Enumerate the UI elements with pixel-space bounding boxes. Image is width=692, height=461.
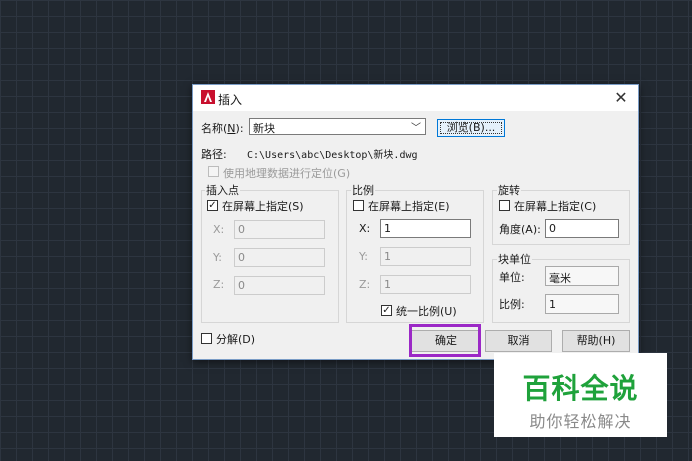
autocad-logo-icon (201, 90, 215, 104)
scale-x-field[interactable]: 1 (380, 219, 471, 238)
close-button[interactable]: ✕ (610, 88, 632, 108)
name-label-prefix: 名称( (201, 122, 228, 135)
insert-dialog: 插入 ✕ 名称(N): 新块 ﹀ 浏览(B)... 路径: C:\Users\a… (192, 84, 639, 360)
block-unit-title: 块单位 (497, 251, 532, 267)
angle-field[interactable]: 0 (545, 219, 619, 238)
uniform-scale-label: 统一比例(U) (396, 305, 457, 318)
unit-value: 毫米 (545, 266, 619, 286)
insert-z-label: Z: (213, 278, 225, 291)
unit-label: 单位: (499, 271, 525, 284)
ok-button-highlight (409, 324, 481, 357)
name-label-hotkey: N (227, 122, 236, 135)
scale-onscreen-checkbox[interactable] (353, 200, 364, 211)
insert-onscreen-label: 在屏幕上指定(S) (222, 200, 304, 213)
uniform-scale-checkbox[interactable]: ✓ (381, 305, 392, 316)
scale-z-field: 1 (380, 275, 471, 294)
insert-point-title: 插入点 (205, 182, 240, 198)
insert-x-field: 0 (234, 220, 325, 239)
dialog-title: 插入 (218, 93, 243, 107)
explode-checkbox[interactable] (201, 333, 212, 344)
name-value: 新块 (253, 122, 275, 135)
name-label: 名称(N): (201, 120, 244, 136)
rotation-onscreen-checkbox[interactable] (499, 200, 510, 211)
help-button[interactable]: 帮助(H) (562, 330, 630, 352)
watermark-subtitle: 助你轻松解决 (529, 412, 632, 431)
path-value: C:\Users\abc\Desktop\新块.dwg (247, 150, 418, 161)
rotation-onscreen-label: 在屏幕上指定(C) (514, 200, 597, 213)
watermark-title: 百科全说 (522, 372, 639, 405)
name-label-suffix: ): (235, 122, 244, 135)
browse-button[interactable]: 浏览(B)... (437, 119, 505, 137)
insert-onscreen-checkbox[interactable]: ✓ (207, 200, 218, 211)
cancel-button[interactable]: 取消 (485, 330, 552, 352)
factor-value: 1 (545, 294, 619, 314)
name-combobox[interactable]: 新块 ﹀ (249, 118, 426, 135)
title-bar: 插入 ✕ (193, 85, 638, 111)
scale-onscreen-label: 在屏幕上指定(E) (368, 200, 450, 213)
scale-title: 比例 (351, 182, 375, 198)
angle-label: 角度(A): (499, 223, 541, 236)
explode-label: 分解(D) (216, 333, 256, 346)
insert-y-label: Y: (213, 251, 222, 264)
scale-z-label: Z: (359, 278, 371, 291)
scale-x-label: X: (359, 222, 371, 235)
watermark-logo: 百科全说 助你轻松解决 (494, 353, 667, 437)
insert-y-field: 0 (234, 248, 325, 267)
insert-x-label: X: (213, 223, 225, 236)
geo-label: 使用地理数据进行定位(G) (223, 167, 351, 180)
factor-label: 比例: (499, 298, 525, 311)
scale-y-field: 1 (380, 247, 471, 266)
path-label: 路径: (201, 148, 227, 161)
browse-label: 浏览(B)... (446, 121, 496, 134)
chevron-down-icon[interactable]: ﹀ (411, 119, 421, 134)
rotation-title: 旋转 (497, 182, 521, 198)
geo-checkbox (208, 166, 219, 177)
scale-y-label: Y: (359, 250, 368, 263)
insert-z-field: 0 (234, 276, 325, 295)
